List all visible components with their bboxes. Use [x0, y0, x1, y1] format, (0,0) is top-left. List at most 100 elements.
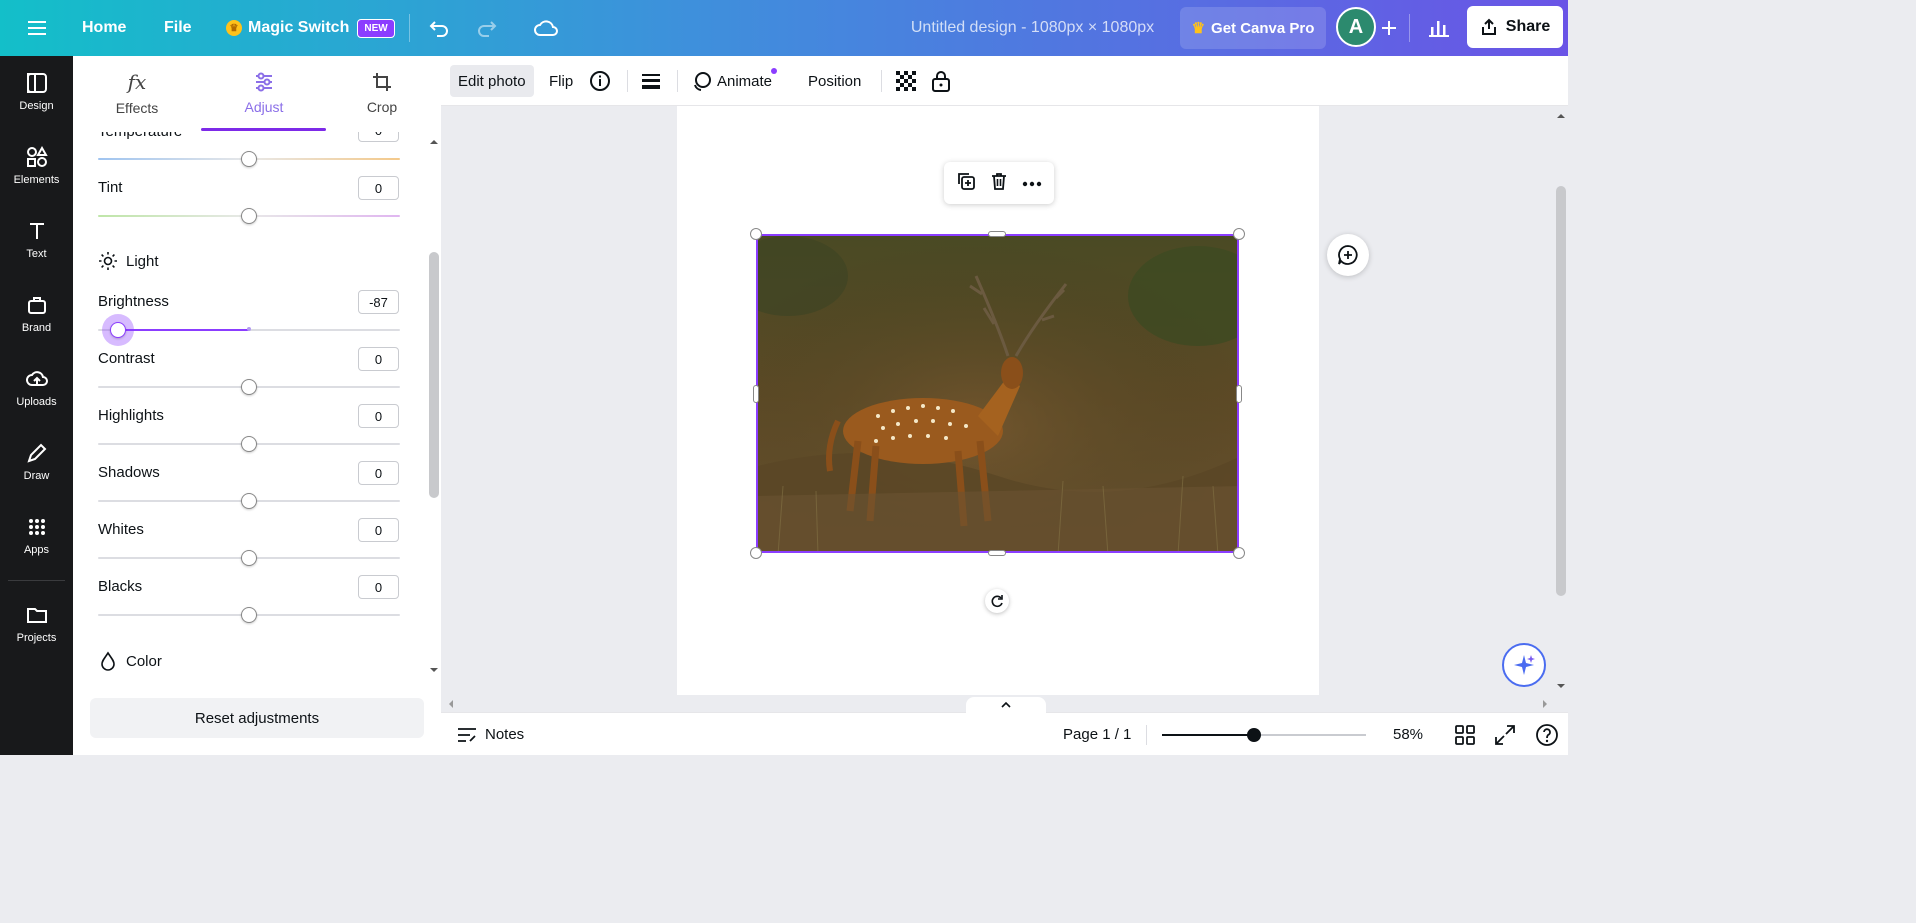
tab-adjust[interactable]: Adjust [228, 56, 300, 130]
menu-icon[interactable] [20, 0, 54, 56]
canvas-vertical-scrollbar[interactable] [1554, 106, 1568, 695]
sun-icon [99, 252, 117, 270]
resize-handle-left[interactable] [753, 385, 759, 403]
resize-handle-right[interactable] [1236, 385, 1242, 403]
resize-handle-bottom[interactable] [988, 550, 1006, 556]
scroll-left-icon [449, 700, 453, 708]
rail-item-design[interactable]: Design [0, 56, 73, 128]
notes-button[interactable]: Notes [457, 713, 524, 756]
brightness-slider-knob[interactable] [109, 322, 126, 338]
adjust-scroll-area[interactable]: Temperature 0 Tint 0 Light Brightness -8… [73, 132, 427, 680]
highlights-input[interactable]: 0 [358, 404, 399, 428]
help-icon[interactable] [1535, 723, 1559, 752]
grid-view-icon[interactable] [1454, 724, 1476, 751]
rail-item-draw[interactable]: Draw [0, 426, 73, 498]
page-indicator[interactable]: Page 1 / 1 [1063, 713, 1131, 756]
uploads-icon [25, 371, 48, 386]
analytics-icon[interactable] [1425, 0, 1453, 56]
resize-handle-top-right[interactable] [1233, 228, 1245, 240]
tint-label: Tint [98, 179, 123, 196]
blacks-slider-knob[interactable] [241, 607, 257, 623]
reset-adjustments-button[interactable]: Reset adjustments [90, 698, 424, 738]
contrast-slider-knob[interactable] [241, 379, 257, 395]
zoom-slider-knob[interactable] [1246, 728, 1261, 742]
highlights-slider-knob[interactable] [241, 436, 257, 452]
canvas-vertical-scrollbar-thumb[interactable] [1556, 186, 1566, 596]
show-pages-toggle[interactable] [966, 697, 1046, 713]
panel-scrollbar-thumb[interactable] [429, 252, 439, 498]
scroll-up-icon [1557, 114, 1565, 118]
line-weight-icon[interactable] [640, 65, 662, 97]
blacks-input[interactable]: 0 [358, 575, 399, 599]
rail-item-text[interactable]: Text [0, 204, 73, 276]
temperature-input[interactable]: 0 [358, 132, 399, 142]
animate-icon [694, 72, 711, 91]
whites-input[interactable]: 0 [358, 518, 399, 542]
panel-scrollbar[interactable] [427, 132, 441, 680]
rail-item-projects[interactable]: Projects [0, 588, 73, 660]
zoom-level[interactable]: 58% [1379, 713, 1437, 756]
info-icon[interactable] [589, 65, 611, 97]
comment-add-icon [1338, 245, 1358, 265]
add-comment-button[interactable] [1327, 234, 1369, 276]
resize-handle-top-left[interactable] [750, 228, 762, 240]
share-icon [1481, 18, 1496, 35]
notes-icon [458, 727, 476, 742]
rotate-handle[interactable] [985, 589, 1009, 613]
more-icon[interactable] [1022, 174, 1042, 192]
edit-photo-button[interactable]: Edit photo [450, 65, 534, 97]
elements-icon [26, 146, 48, 167]
shadows-input[interactable]: 0 [358, 461, 399, 485]
resize-handle-top[interactable] [988, 231, 1006, 237]
selected-photo[interactable] [756, 234, 1239, 553]
duplicate-icon[interactable] [956, 171, 976, 196]
magic-assistant-button[interactable] [1502, 643, 1546, 687]
rail-label: Uploads [16, 396, 57, 408]
contrast-input[interactable]: 0 [358, 347, 399, 371]
cloud-save-icon[interactable] [532, 0, 560, 56]
crown-icon: ♛ [226, 20, 242, 36]
redo-icon[interactable] [474, 0, 500, 56]
add-icon[interactable] [1378, 0, 1400, 56]
home-link[interactable]: Home [82, 0, 126, 56]
rail-label: Projects [16, 632, 57, 644]
divider [1146, 725, 1147, 745]
whites-label: Whites [98, 521, 144, 538]
rail-item-elements[interactable]: Elements [0, 130, 73, 202]
resize-handle-bottom-left[interactable] [750, 547, 762, 559]
tint-slider-knob[interactable] [241, 208, 257, 224]
lock-icon[interactable] [931, 65, 951, 97]
whites-slider-knob[interactable] [241, 550, 257, 566]
document-title[interactable]: Untitled design - 1080px × 1080px [890, 0, 1175, 56]
rail-item-apps[interactable]: Apps [0, 500, 73, 572]
share-button[interactable]: Share [1467, 6, 1563, 48]
brightness-label: Brightness [98, 293, 169, 310]
tab-crop[interactable]: Crop [349, 56, 415, 130]
animate-button[interactable]: Animate [691, 65, 777, 97]
tab-label: Effects [115, 100, 159, 116]
get-canva-pro-button[interactable]: ♛ Get Canva Pro [1180, 7, 1326, 49]
tint-input[interactable]: 0 [358, 176, 399, 200]
avatar[interactable]: A [1336, 7, 1376, 47]
rail-label: Brand [21, 322, 52, 334]
temperature-slider-knob[interactable] [241, 151, 257, 167]
file-menu[interactable]: File [164, 0, 192, 56]
projects-icon [26, 608, 47, 623]
magic-switch-button[interactable]: ♛ Magic Switch NEW [226, 0, 395, 56]
resize-handle-bottom-right[interactable] [1233, 547, 1245, 559]
brightness-input[interactable]: -87 [358, 290, 399, 314]
rail-item-brand[interactable]: Brand [0, 278, 73, 350]
position-button[interactable]: Position [808, 65, 861, 97]
brand-icon [27, 297, 46, 314]
shadows-slider-knob[interactable] [241, 493, 257, 509]
flip-button[interactable]: Flip [549, 65, 573, 97]
undo-icon[interactable] [426, 0, 452, 56]
divider [8, 580, 65, 581]
shadows-label: Shadows [98, 464, 160, 481]
transparency-icon[interactable] [895, 65, 917, 97]
deer-photo [758, 236, 1237, 551]
trash-icon[interactable] [989, 171, 1009, 196]
tab-effects[interactable]: fx Effects [103, 56, 171, 130]
fullscreen-icon[interactable] [1494, 724, 1516, 751]
rail-item-uploads[interactable]: Uploads [0, 352, 73, 424]
